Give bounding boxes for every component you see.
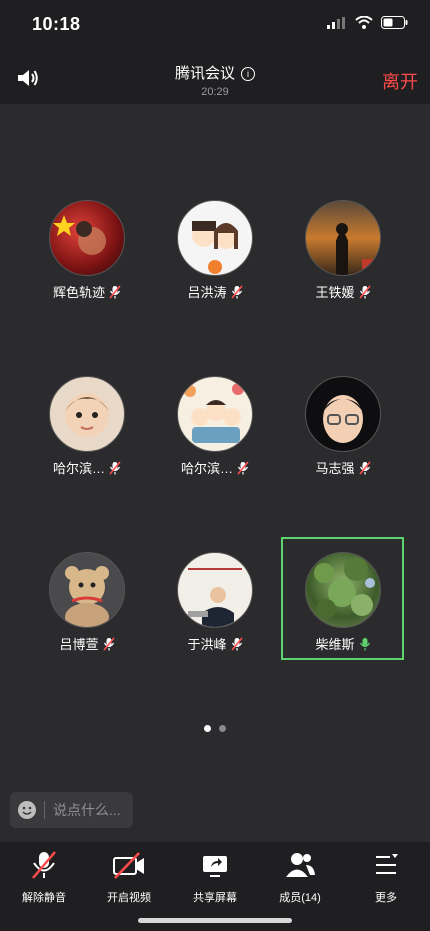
participant-name: 于洪峰 — [187, 637, 227, 652]
mic-muted-icon — [358, 460, 371, 475]
participant-tile-active[interactable]: 柴维斯 — [295, 552, 391, 653]
mic-muted-icon — [230, 284, 243, 299]
avatar — [305, 552, 381, 628]
participant-name: 吕博萱 — [59, 637, 99, 652]
more-button[interactable]: 更多 — [344, 850, 428, 905]
meeting-title[interactable]: 腾讯会议 i — [0, 62, 430, 83]
share-screen-button[interactable]: 共享屏幕 — [173, 850, 257, 905]
participant-name: 王铁媛 — [315, 285, 355, 300]
camera-off-icon — [113, 852, 144, 879]
participant-name: 马志强 — [315, 461, 355, 476]
participant-name: 吕洪涛 — [187, 285, 227, 300]
avatar — [177, 376, 253, 452]
status-time: 10:18 — [32, 14, 81, 34]
status-icons — [327, 16, 408, 29]
participant-name: 哈尔滨… — [52, 461, 105, 476]
participant-tile[interactable]: 吕洪涛 — [167, 200, 263, 301]
status-bar: 10:18 — [0, 0, 430, 48]
mic-muted-icon — [109, 460, 121, 475]
participant-tile[interactable]: 辉色轨迹 — [39, 200, 135, 301]
more-label: 更多 — [375, 892, 397, 904]
meeting-duration: 20:29 — [201, 86, 229, 98]
signal-icon — [327, 16, 345, 29]
members-label: 成员(14) — [279, 892, 321, 904]
participant-name: 辉色轨迹 — [52, 285, 105, 300]
mic-muted-icon — [237, 460, 249, 475]
unmute-label: 解除静音 — [22, 892, 66, 904]
chat-placeholder: 说点什么... — [53, 802, 121, 818]
page-dot — [219, 725, 226, 732]
avatar — [305, 376, 381, 452]
participant-tile[interactable]: 吕博萱 — [39, 552, 135, 653]
participant-tile[interactable]: 于洪峰 — [167, 552, 263, 653]
share-screen-icon — [203, 856, 227, 877]
avatar — [49, 200, 125, 276]
bottom-toolbar: 解除静音 开启视频 共享屏幕 成员(14) 更多 — [0, 842, 430, 931]
participant-name: 柴维斯 — [315, 637, 355, 652]
mic-active-icon — [359, 637, 370, 650]
members-button[interactable]: 成员(14) — [258, 850, 342, 905]
emoji-icon[interactable] — [18, 801, 36, 819]
participant-tile[interactable]: 王铁媛 — [295, 200, 391, 301]
mic-muted-icon — [109, 284, 121, 299]
participant-tile[interactable]: 马志强 — [295, 376, 391, 477]
avatar — [177, 200, 253, 276]
info-icon[interactable]: i — [241, 67, 255, 81]
battery-icon — [381, 16, 408, 29]
avatar — [177, 552, 253, 628]
wifi-icon — [355, 16, 373, 29]
mic-muted-icon — [358, 284, 371, 299]
meeting-title-text: 腾讯会议 — [174, 65, 235, 82]
avatar — [305, 200, 381, 276]
home-indicator[interactable] — [138, 918, 292, 923]
unmute-button[interactable]: 解除静音 — [2, 850, 86, 905]
participant-tile[interactable]: 哈尔滨… — [39, 376, 135, 477]
members-icon — [286, 853, 315, 877]
avatar — [49, 376, 125, 452]
page-dot-active — [204, 725, 211, 732]
divider — [44, 801, 45, 819]
mic-muted-icon — [102, 636, 115, 651]
chat-input[interactable]: 说点什么... — [10, 792, 133, 828]
participant-name: 哈尔滨… — [180, 461, 233, 476]
mic-muted-icon — [32, 851, 56, 879]
share-screen-label: 共享屏幕 — [193, 892, 237, 904]
start-video-label: 开启视频 — [107, 892, 151, 904]
more-menu-icon — [376, 854, 398, 874]
mic-muted-icon — [230, 636, 243, 651]
avatar — [49, 552, 125, 628]
start-video-button[interactable]: 开启视频 — [87, 850, 171, 905]
leave-button[interactable]: 离开 — [382, 68, 418, 94]
page-indicator[interactable] — [0, 725, 430, 732]
participant-tile[interactable]: 哈尔滨… — [167, 376, 263, 477]
